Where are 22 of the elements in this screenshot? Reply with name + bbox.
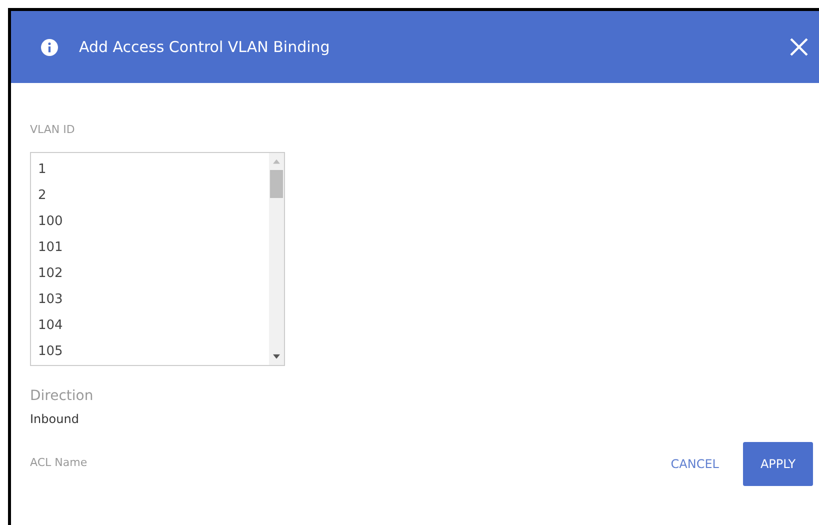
list-option[interactable]: 104 [38,313,269,339]
apply-button[interactable]: APPLY [743,442,813,486]
vlan-listbox[interactable]: 1 2 100 101 102 103 104 105 [30,152,285,366]
list-option[interactable]: 102 [38,261,269,287]
field-label: Direction [30,388,94,404]
list-option[interactable]: 2 [38,183,269,209]
field-label: ACL Name [30,456,88,469]
list-option[interactable]: 105 [38,339,269,365]
cancel-button[interactable]: CANCEL [662,449,727,479]
direction-value: Inbound [30,412,80,426]
close-icon[interactable] [789,37,809,57]
scrollbar-thumb[interactable] [270,170,283,198]
scrollbar[interactable] [269,153,284,365]
field-label: VLAN ID [30,123,76,136]
info-icon [41,38,58,56]
list-option[interactable]: 101 [38,235,269,261]
scroll-down-icon[interactable] [273,354,280,359]
list-option[interactable]: 103 [38,287,269,313]
dialog-title: Add Access Control VLAN Binding [79,38,331,56]
scroll-up-icon[interactable] [273,159,280,164]
list-option[interactable]: 1 [38,157,269,183]
list-option[interactable]: 100 [38,209,269,235]
